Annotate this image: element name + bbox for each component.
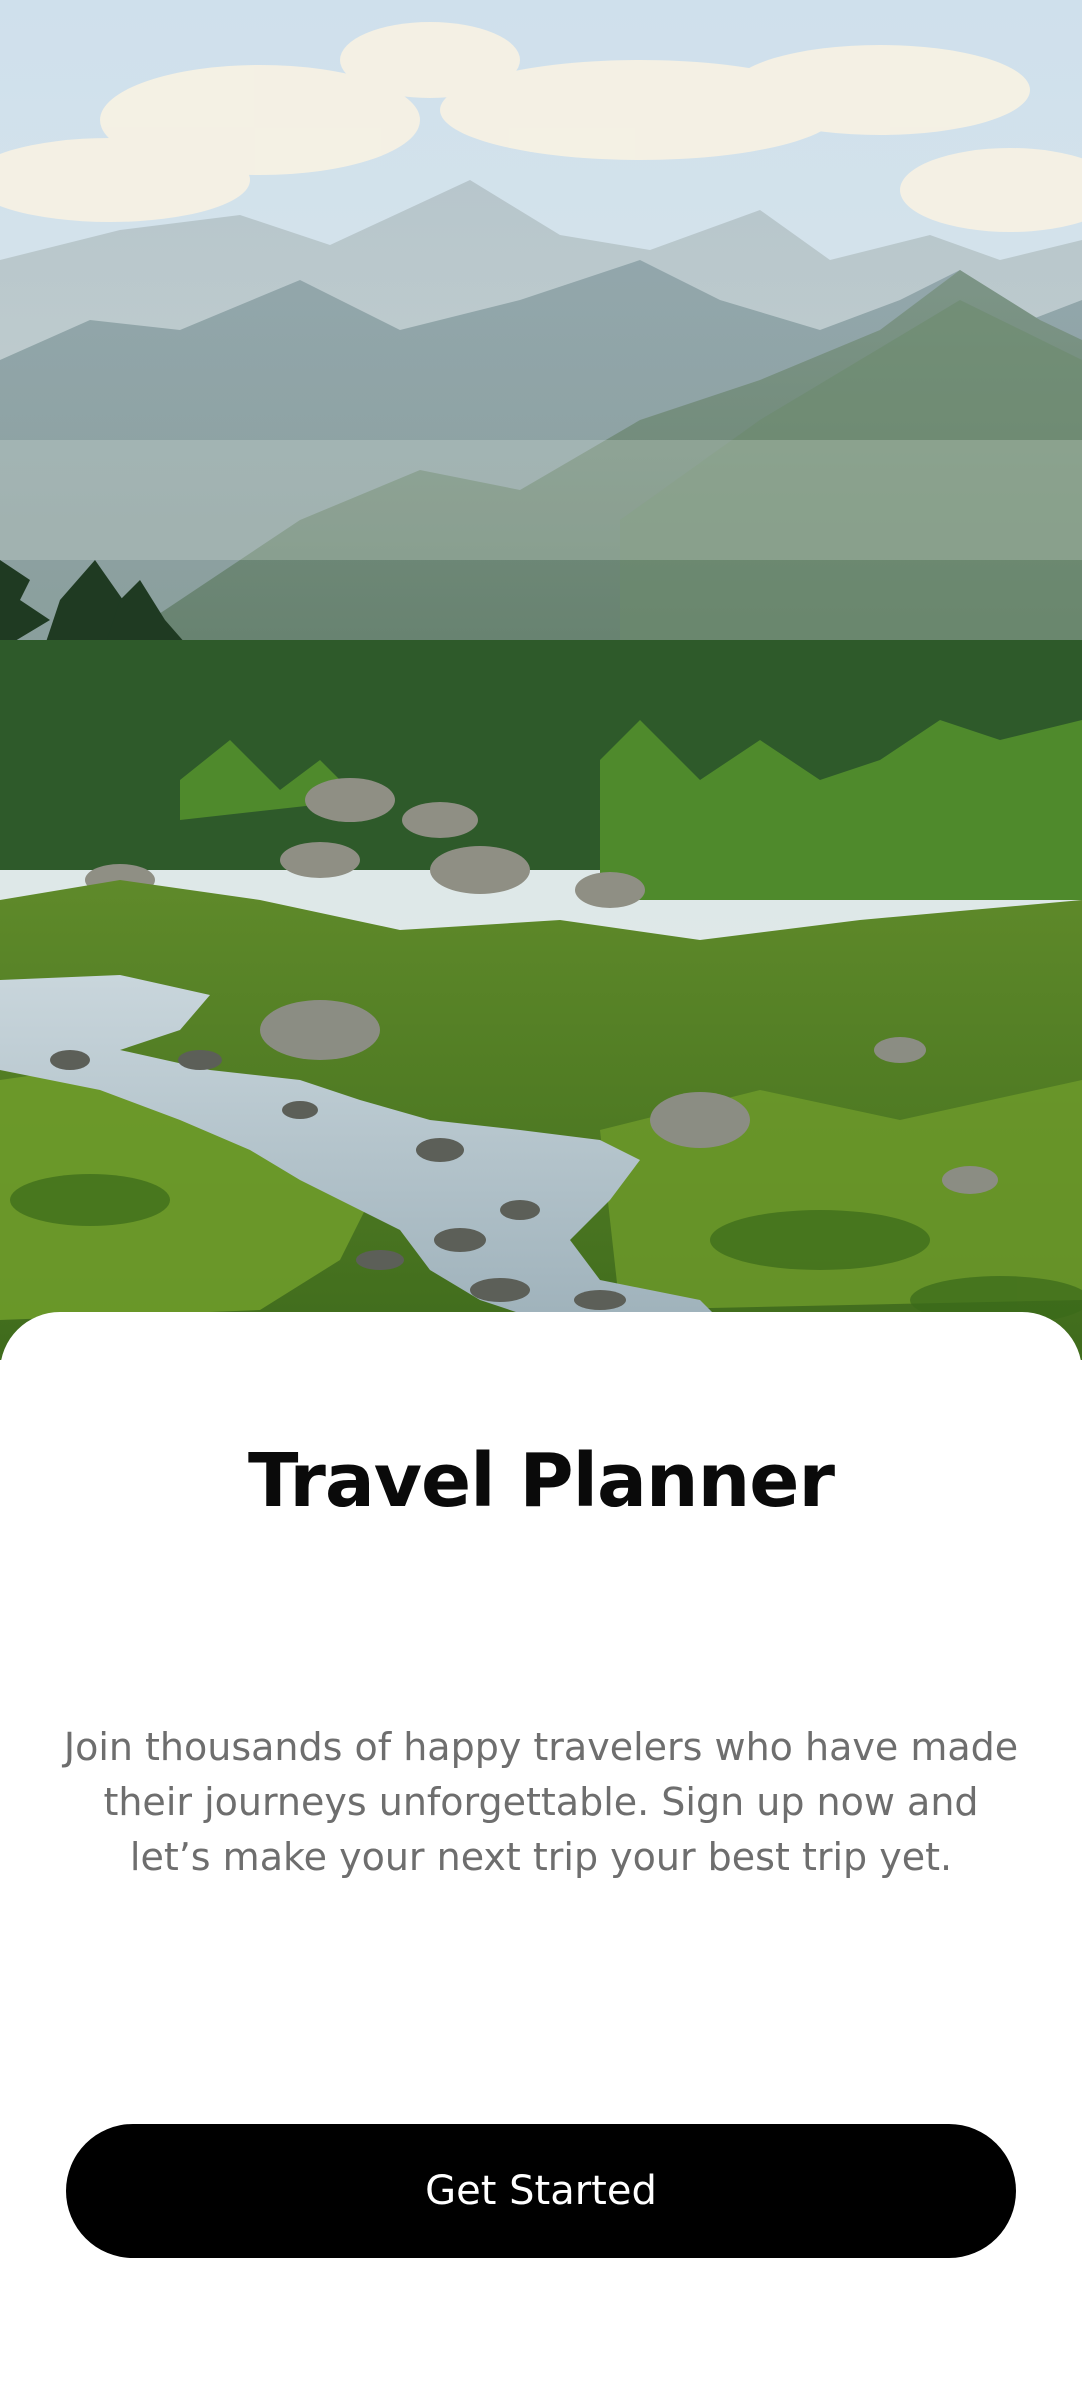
get-started-button[interactable]: Get Started bbox=[66, 2124, 1016, 2258]
welcome-description: Join thousands of happy travelers who ha… bbox=[63, 1725, 1019, 1879]
page-title: Travel Planner bbox=[248, 1438, 835, 1524]
welcome-screen: Travel Planner Join thousands of happy t… bbox=[0, 0, 1082, 2402]
hero-image bbox=[0, 0, 1082, 1360]
